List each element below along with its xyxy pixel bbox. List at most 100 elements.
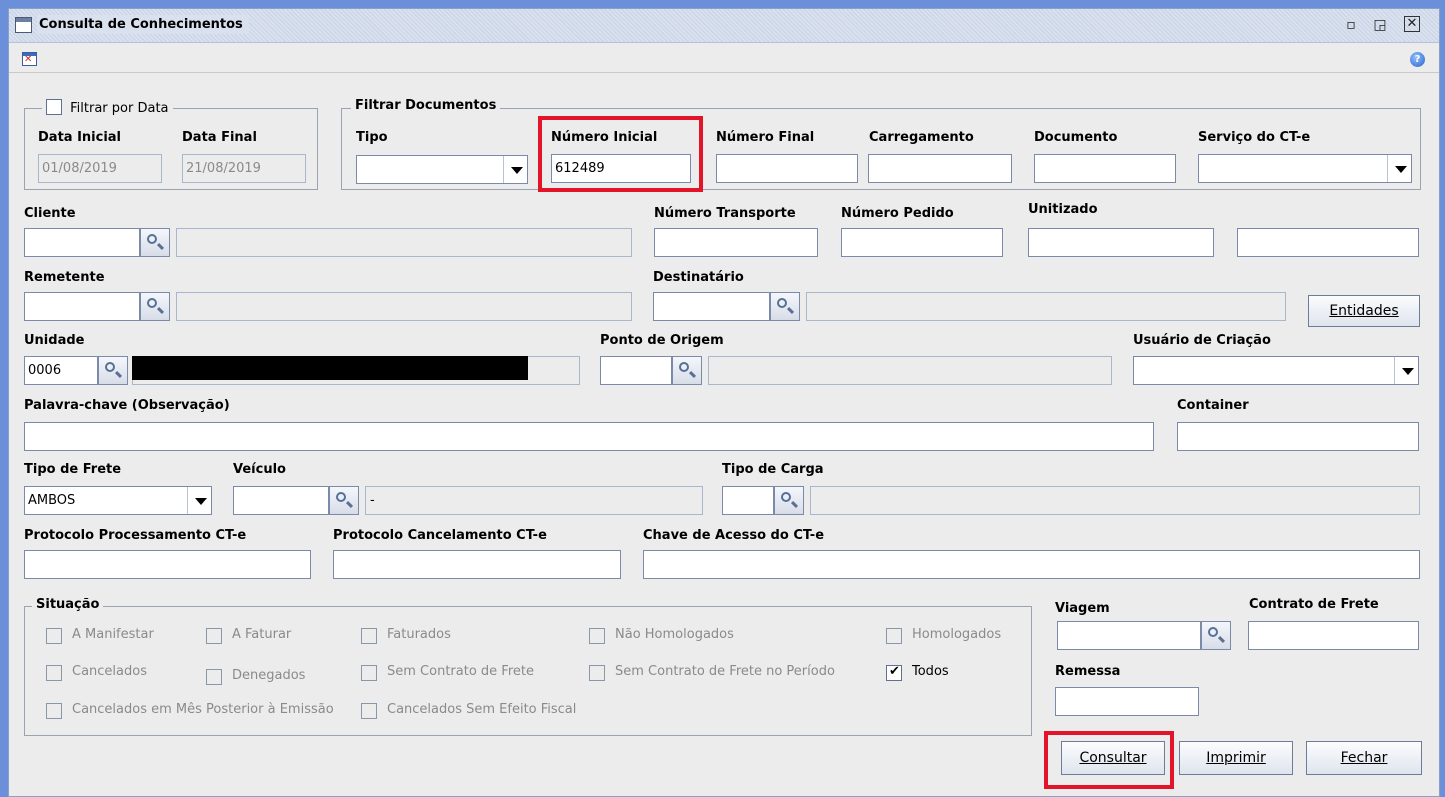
data-inicial-field[interactable]: 01/08/2019 [38,154,162,183]
cancelados-mes-posterior-label: Cancelados em Mês Posterior à Emissão [72,702,334,717]
checkbox-a-faturar[interactable] [206,628,222,644]
checkbox-nao-homologados[interactable] [589,628,605,644]
checkbox-sem-contrato-periodo[interactable] [589,665,605,681]
nao-homologados-label: Não Homologados [615,627,734,642]
faturados-label: Faturados [387,627,451,642]
chevron-down-icon[interactable] [1394,357,1418,384]
document-filter-title: Filtrar Documentos [351,98,501,113]
numero-transporte-field[interactable] [654,228,818,257]
tipo-frete-label: Tipo de Frete [24,462,122,477]
magnifier-icon [147,298,157,308]
documento-label: Documento [1034,130,1118,145]
checkbox-a-manifestar[interactable] [46,628,62,644]
cliente-lookup-button[interactable] [140,228,170,257]
window-title: Consulta de Conhecimentos [37,15,249,34]
veiculo-code-field[interactable] [233,486,329,515]
protocolo-cancelamento-label: Protocolo Cancelamento CT-e [333,528,547,543]
imprimir-button[interactable]: Imprimir [1179,741,1293,775]
numero-inicial-field[interactable]: 612489 [551,154,691,183]
destinatario-lookup-button[interactable] [770,292,800,321]
remetente-code-field[interactable] [24,292,140,321]
viagem-lookup-button[interactable] [1201,621,1231,650]
unidade-lookup-button[interactable] [98,356,128,385]
remessa-field[interactable] [1055,687,1199,716]
chevron-down-icon[interactable] [1387,155,1411,182]
veiculo-label: Veículo [233,462,286,477]
unitizado-extra-field[interactable] [1237,228,1419,257]
maximize-icon[interactable]: ◲ [1371,16,1389,34]
magnifier-icon [1208,627,1218,637]
fechar-button[interactable]: Fechar [1306,741,1422,775]
chevron-down-icon[interactable] [187,487,211,514]
minimize-icon[interactable]: ▫ [1342,16,1360,34]
checkbox-faturados[interactable] [361,628,377,644]
destinatario-name-field [806,292,1286,321]
palavra-chave-field[interactable] [24,422,1154,451]
cancelados-label: Cancelados [72,664,147,679]
unidade-code-field[interactable]: 0006 [24,356,98,385]
remetente-lookup-button[interactable] [140,292,170,321]
chevron-down-icon[interactable] [503,156,527,183]
ponto-origem-code-field[interactable] [600,356,672,385]
data-final-label: Data Final [182,130,257,145]
checkbox-cancelados[interactable] [46,665,62,681]
palavra-chave-label: Palavra-chave (Observação) [24,398,230,413]
contrato-frete-label: Contrato de Frete [1249,597,1379,612]
container-label: Container [1177,398,1249,413]
situacao-title: Situação [32,597,104,612]
entidades-button[interactable]: Entidades [1308,295,1420,327]
unitizado-label: Unitizado [1028,202,1098,217]
tipo-carga-code-field[interactable] [722,486,774,515]
a-manifestar-label: A Manifestar [72,627,154,642]
tipo-frete-select[interactable]: AMBOS [24,486,212,515]
close-document-icon[interactable] [22,52,37,66]
data-inicial-label: Data Inicial [38,130,122,145]
magnifier-icon [777,298,787,308]
tipo-carga-desc-field [810,486,1420,515]
window-icon [15,17,32,33]
servico-label: Serviço do CT-e [1198,130,1311,145]
data-final-field[interactable]: 21/08/2019 [182,154,306,183]
tipo-carga-lookup-button[interactable] [774,486,804,515]
a-faturar-label: A Faturar [232,627,292,642]
chave-acesso-label: Chave de Acesso do CT-e [643,528,825,543]
protocolo-processamento-field[interactable] [24,550,311,579]
date-filter-checkbox[interactable] [46,99,62,115]
remetente-label: Remetente [24,270,105,285]
checkbox-cancelados-mes-posterior[interactable] [46,703,62,719]
tipo-select[interactable] [356,155,528,184]
numero-pedido-field[interactable] [841,228,1003,257]
close-icon[interactable]: ✕ [1404,16,1420,32]
container-field[interactable] [1177,422,1419,451]
checkbox-homologados[interactable] [886,628,902,644]
viagem-field[interactable] [1057,621,1201,650]
checkbox-sem-contrato[interactable] [361,665,377,681]
veiculo-lookup-button[interactable] [329,486,359,515]
consultar-button[interactable]: Consultar [1061,741,1165,775]
chave-acesso-field[interactable] [643,550,1420,579]
checkbox-todos[interactable] [886,664,902,681]
title-bar[interactable]: Consulta de Conhecimentos ▫ ◲ ✕ [9,9,1439,43]
servico-select[interactable] [1198,154,1412,183]
checkbox-denegados[interactable] [206,669,222,685]
todos-label: Todos [912,664,949,679]
ponto-origem-label: Ponto de Origem [600,333,724,348]
magnifier-icon [105,362,115,372]
cliente-label: Cliente [24,206,76,221]
cliente-code-field[interactable] [24,228,140,257]
toolbar: ? [9,43,1439,73]
redacted-block [132,356,528,380]
help-icon[interactable]: ? [1410,52,1425,67]
ponto-origem-lookup-button[interactable] [672,356,702,385]
contrato-frete-field[interactable] [1248,621,1419,650]
checkbox-cancelados-sem-efeito[interactable] [361,703,377,719]
destinatario-code-field[interactable] [653,292,770,321]
date-filter-header: Filtrar por Data [42,99,173,116]
numero-final-field[interactable] [716,154,858,183]
carregamento-field[interactable] [868,154,1012,183]
documento-field[interactable] [1034,154,1176,183]
magnifier-icon [781,492,791,502]
unitizado-field[interactable] [1028,228,1214,257]
protocolo-cancelamento-field[interactable] [333,550,621,579]
usuario-criacao-select[interactable] [1133,356,1419,385]
